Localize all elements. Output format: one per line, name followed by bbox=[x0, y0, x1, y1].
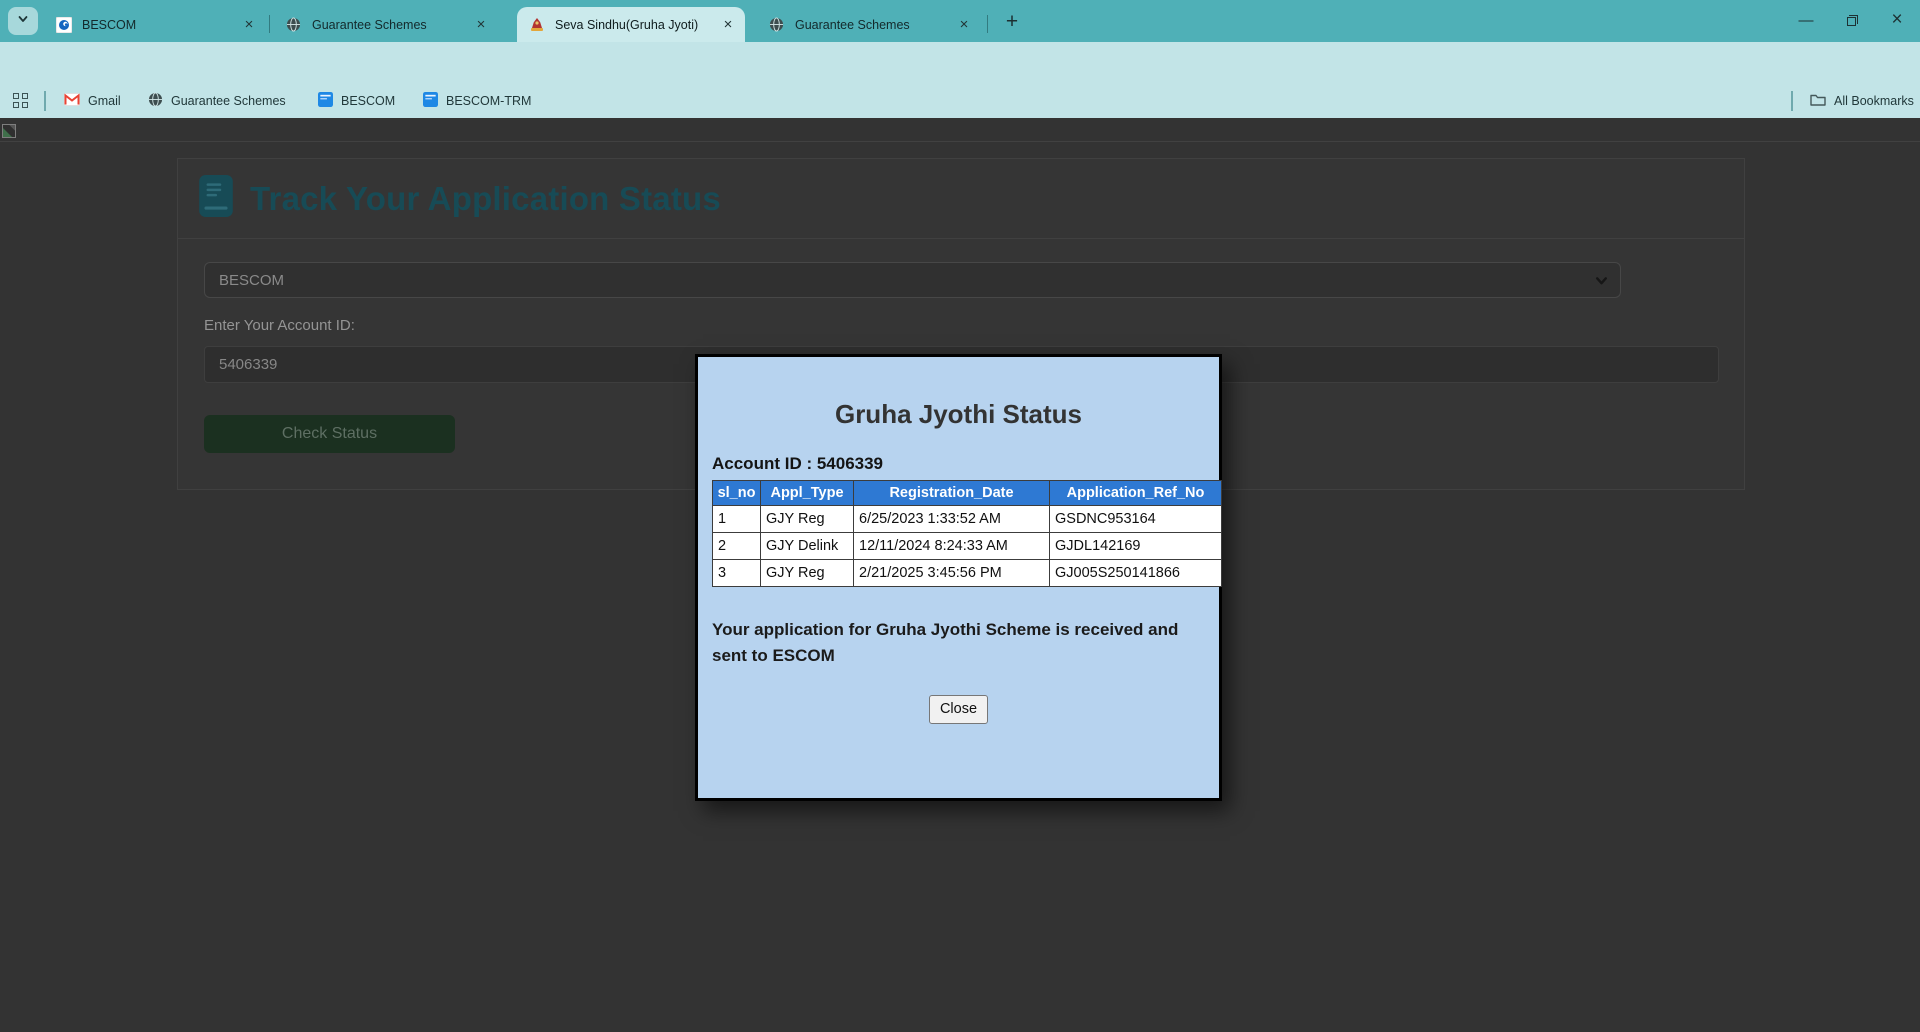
header-divider bbox=[0, 141, 1920, 142]
folder-icon bbox=[1810, 93, 1826, 109]
cell-registration-date: 2/21/2025 3:45:56 PM bbox=[853, 559, 1050, 587]
window-close-button[interactable]: × bbox=[1874, 0, 1920, 40]
cell-sl-no: 1 bbox=[712, 505, 761, 533]
bookmark-bescom-trm[interactable]: BESCOM-TRM bbox=[417, 88, 537, 114]
bookmark-label: Gmail bbox=[88, 94, 121, 108]
bookmark-label: BESCOM-TRM bbox=[446, 94, 532, 108]
chevron-down-icon bbox=[1595, 274, 1608, 291]
column-header: Appl_Type bbox=[760, 480, 854, 506]
bookmarks-bar: Gmail Guarantee Schemes BESCOM BESCOM-TR… bbox=[0, 84, 1920, 118]
card-header: Track Your Application Status bbox=[178, 159, 1744, 239]
globe-favicon-icon bbox=[769, 17, 785, 33]
cell-registration-date: 6/25/2023 1:33:52 AM bbox=[853, 505, 1050, 533]
bookmarks-separator bbox=[44, 91, 46, 111]
bookmarks-separator bbox=[1791, 91, 1793, 111]
restore-icon bbox=[1846, 14, 1858, 26]
all-bookmarks-label: All Bookmarks bbox=[1834, 94, 1914, 108]
cell-application-ref-no: GSDNC953164 bbox=[1049, 505, 1222, 533]
cell-registration-date: 12/11/2024 8:24:33 AM bbox=[853, 532, 1050, 560]
tab-close-icon[interactable]: × bbox=[472, 16, 490, 34]
check-status-button[interactable]: Check Status bbox=[204, 415, 455, 453]
page-content: Track Your Application Status BESCOM Ent… bbox=[0, 118, 1920, 1032]
cell-sl-no: 3 bbox=[712, 559, 761, 587]
tab-bescom[interactable]: BESCOM × bbox=[44, 7, 266, 42]
tab-separator bbox=[269, 15, 270, 33]
status-table: sl_no Appl_Type Registration_Date Applic… bbox=[712, 480, 1222, 587]
tab-separator bbox=[987, 15, 988, 33]
broken-image-icon bbox=[2, 124, 16, 138]
table-row: 3 GJY Reg 2/21/2025 3:45:56 PM GJ005S250… bbox=[712, 559, 1222, 587]
browser-window: BESCOM × Guarantee Schemes × Seva Sindhu… bbox=[0, 0, 1920, 1032]
tab-title: Guarantee Schemes bbox=[795, 17, 910, 32]
bookmark-guarantee-schemes[interactable]: Guarantee Schemes bbox=[142, 88, 292, 114]
tab-search-button[interactable] bbox=[8, 7, 38, 35]
account-id-label: Enter Your Account ID: bbox=[204, 317, 355, 334]
column-header: Registration_Date bbox=[853, 480, 1050, 506]
modal-close-button[interactable]: Close bbox=[928, 694, 989, 724]
cell-appl-type: GJY Delink bbox=[760, 532, 854, 560]
gmail-icon bbox=[64, 93, 80, 109]
page-title: Track Your Application Status bbox=[250, 179, 721, 217]
bookmark-label: Guarantee Schemes bbox=[171, 94, 286, 108]
window-restore-button[interactable] bbox=[1829, 0, 1875, 40]
bescom-favicon-icon bbox=[56, 16, 72, 33]
status-message: Your application for Gruha Jyothi Scheme… bbox=[712, 620, 1179, 666]
modal-title: Gruha Jyothi Status bbox=[834, 399, 1083, 429]
browser-toolbar: ← → ↻ ⌂ sevasindhu.karnataka.gov.in/Stat… bbox=[0, 42, 1920, 122]
globe-favicon-icon bbox=[286, 17, 302, 33]
bescom-app-icon bbox=[423, 92, 438, 110]
globe-icon bbox=[148, 92, 163, 110]
escom-select-value: BESCOM bbox=[219, 271, 285, 289]
tab-close-icon[interactable]: × bbox=[719, 16, 737, 34]
cell-appl-type: GJY Reg bbox=[760, 559, 854, 587]
column-header: Application_Ref_No bbox=[1049, 480, 1222, 506]
tab-close-icon[interactable]: × bbox=[240, 16, 258, 34]
tab-guarantee-schemes-1[interactable]: Guarantee Schemes × bbox=[274, 7, 498, 42]
apps-grid-icon[interactable] bbox=[13, 93, 28, 108]
bookmark-gmail[interactable]: Gmail bbox=[58, 88, 127, 114]
karnataka-emblem-favicon-icon bbox=[529, 17, 545, 33]
escom-select[interactable]: BESCOM bbox=[204, 262, 1621, 298]
cell-application-ref-no: GJDL142169 bbox=[1049, 532, 1222, 560]
bookmark-bescom[interactable]: BESCOM bbox=[312, 88, 401, 114]
tab-guarantee-schemes-2[interactable]: Guarantee Schemes × bbox=[757, 7, 981, 42]
column-header: sl_no bbox=[712, 480, 761, 506]
tab-seva-sindhu[interactable]: Seva Sindhu(Gruha Jyoti) × bbox=[517, 7, 745, 42]
modal-account-id: Account ID : 5406339 bbox=[712, 454, 884, 473]
cell-sl-no: 2 bbox=[712, 532, 761, 560]
bescom-app-icon bbox=[318, 92, 333, 110]
table-row: 1 GJY Reg 6/25/2023 1:33:52 AM GSDNC9531… bbox=[712, 505, 1222, 533]
bookmark-label: BESCOM bbox=[341, 94, 396, 108]
all-bookmarks-button[interactable]: All Bookmarks bbox=[1804, 88, 1920, 114]
tab-title: Seva Sindhu(Gruha Jyoti) bbox=[555, 17, 699, 32]
book-icon bbox=[198, 175, 234, 222]
cell-appl-type: GJY Reg bbox=[760, 505, 854, 533]
tab-strip: BESCOM × Guarantee Schemes × Seva Sindhu… bbox=[0, 0, 1920, 42]
table-row: 2 GJY Delink 12/11/2024 8:24:33 AM GJDL1… bbox=[712, 532, 1222, 560]
tab-title: BESCOM bbox=[82, 17, 137, 32]
tab-title: Guarantee Schemes bbox=[312, 17, 427, 32]
new-tab-button[interactable]: + bbox=[998, 8, 1026, 36]
window-minimize-button[interactable]: — bbox=[1783, 0, 1829, 40]
gruha-jyothi-status-modal: Gruha Jyothi Status Account ID : 5406339… bbox=[695, 354, 1222, 801]
cell-application-ref-no: GJ005S250141866 bbox=[1049, 559, 1222, 587]
chevron-down-icon bbox=[17, 12, 29, 30]
table-header-row: sl_no Appl_Type Registration_Date Applic… bbox=[712, 480, 1222, 506]
tab-close-icon[interactable]: × bbox=[955, 16, 973, 34]
